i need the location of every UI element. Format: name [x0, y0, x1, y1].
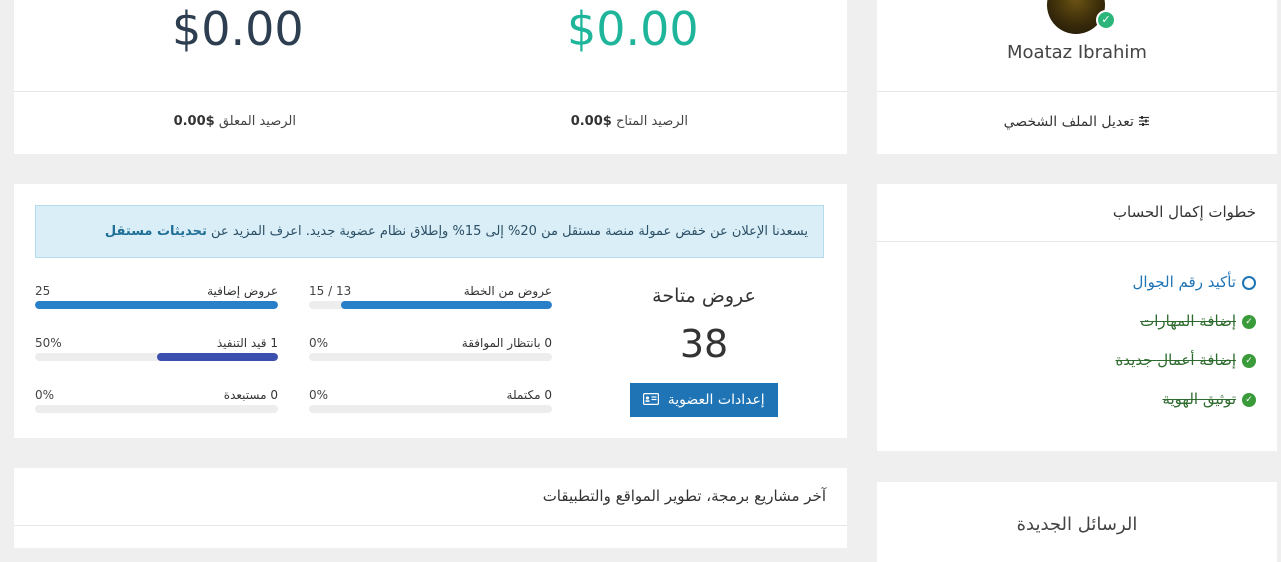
- stat-completed: 0 مكتملة 0%: [309, 388, 552, 418]
- available-balance-amount: $0.00: [567, 2, 699, 56]
- divider: [877, 91, 1277, 92]
- step-label: إضافة المهارات: [1140, 312, 1236, 330]
- edit-profile-label: تعديل الملف الشخصي: [1003, 114, 1134, 130]
- stat-in-progress: 1 قيد التنفيذ 50%: [35, 336, 278, 366]
- step-label: تأكيد رقم الجوال: [1132, 273, 1236, 291]
- check-circle-icon: ✓: [1242, 314, 1256, 329]
- progress-track: [35, 301, 278, 309]
- stat-excluded: 0 مستبعدة 0%: [35, 388, 278, 418]
- stat-value: 25: [35, 284, 51, 298]
- check-circle-icon: ✓: [1242, 353, 1256, 368]
- pending-balance-label: الرصيد المعلق: [218, 114, 296, 129]
- stat-label: 1 قيد التنفيذ: [216, 336, 278, 350]
- divider: [14, 91, 847, 92]
- available-balance-value: $0.00: [570, 114, 612, 129]
- stat-value: 15 / 13: [309, 284, 352, 298]
- new-messages-card: الرسائل الجديدة: [877, 482, 1277, 562]
- account-steps-card: خطوات إكمال الحساب تأكيد رقم الجوال ✓ إضا…: [877, 184, 1277, 451]
- progress-track: [309, 301, 552, 309]
- commission-notice: يسعدنا الإعلان عن خفض عمولة منصة مستقل م…: [35, 205, 824, 258]
- stat-plan-offers: عروض من الخطة 15 / 13: [309, 284, 552, 314]
- stat-value: 0%: [309, 388, 329, 402]
- step-label: إضافة أعمال جديدة: [1115, 351, 1236, 369]
- available-offers-title: عروض متاحة: [652, 285, 756, 307]
- id-card-icon: [643, 392, 663, 408]
- membership-settings-label: إعدادات العضوية: [667, 392, 765, 408]
- balance-card: $0.00 $0.00 الرصيد المعلق $0.00 الرصيد ا…: [14, 0, 847, 154]
- progress-fill: [156, 353, 278, 361]
- stat-awaiting-approval: 0 بانتظار الموافقة 0%: [309, 336, 552, 366]
- progress-fill: [340, 301, 552, 309]
- pending-balance-value: $0.00: [173, 114, 215, 129]
- available-balance-row: الرصيد المتاح $0.00: [571, 114, 688, 129]
- stat-label: 0 مكتملة: [506, 388, 552, 402]
- steps-title: خطوات إكمال الحساب: [1112, 203, 1256, 221]
- messages-title: الرسائل الجديدة: [1016, 514, 1138, 535]
- latest-projects-card: آخر مشاريع برمجة، تطوير المواقع والتطبيق…: [14, 468, 847, 548]
- stat-label: عروض إضافية: [207, 284, 278, 298]
- stat-label: 0 بانتظار الموافقة: [461, 336, 552, 350]
- pending-balance-amount: $0.00: [172, 2, 304, 56]
- available-offers-count: 38: [679, 322, 729, 366]
- progress-track: [35, 353, 278, 361]
- stat-value: 50%: [35, 336, 62, 350]
- sliders-icon: [1134, 114, 1150, 130]
- check-circle-icon: ✓: [1242, 392, 1256, 407]
- step-add-skills[interactable]: ✓ إضافة المهارات: [1140, 312, 1256, 330]
- available-balance-label: الرصيد المتاح: [615, 114, 688, 129]
- projects-title: آخر مشاريع برمجة، تطوير المواقع والتطبيق…: [542, 487, 826, 505]
- step-add-works[interactable]: ✓ إضافة أعمال جديدة: [1115, 351, 1256, 369]
- stat-extra-offers: عروض إضافية 25: [35, 284, 278, 314]
- stat-value: 0%: [35, 388, 55, 402]
- profile-name[interactable]: Moataz Ibrahim: [877, 42, 1277, 63]
- step-label: توثيق الهوية: [1162, 390, 1236, 408]
- check-circle-icon: ✓: [1096, 10, 1116, 30]
- updates-link[interactable]: تحديثات مستقل: [105, 224, 207, 239]
- stat-label: 0 مستبعدة: [223, 388, 278, 402]
- pending-balance-row: الرصيد المعلق $0.00: [174, 114, 296, 129]
- offers-card: يسعدنا الإعلان عن خفض عمولة منصة مستقل م…: [14, 184, 847, 438]
- divider: [877, 241, 1277, 242]
- stat-label: عروض من الخطة: [463, 284, 552, 298]
- circle-outline-icon: [1242, 275, 1256, 290]
- notice-text: يسعدنا الإعلان عن خفض عمولة منصة مستقل م…: [211, 224, 808, 239]
- progress-track: [309, 353, 552, 361]
- step-verify-identity[interactable]: ✓ توثيق الهوية: [1162, 390, 1256, 408]
- progress-fill: [35, 301, 278, 309]
- progress-track: [35, 405, 278, 413]
- edit-profile-link[interactable]: تعديل الملف الشخصي: [877, 114, 1277, 130]
- progress-track: [309, 405, 552, 413]
- stat-value: 0%: [309, 336, 329, 350]
- membership-settings-button[interactable]: إعدادات العضوية: [630, 383, 778, 417]
- profile-card: ✓ Moataz Ibrahim تعديل الملف الشخصي: [877, 0, 1277, 154]
- divider: [14, 525, 847, 526]
- step-confirm-phone[interactable]: تأكيد رقم الجوال: [1133, 273, 1256, 291]
